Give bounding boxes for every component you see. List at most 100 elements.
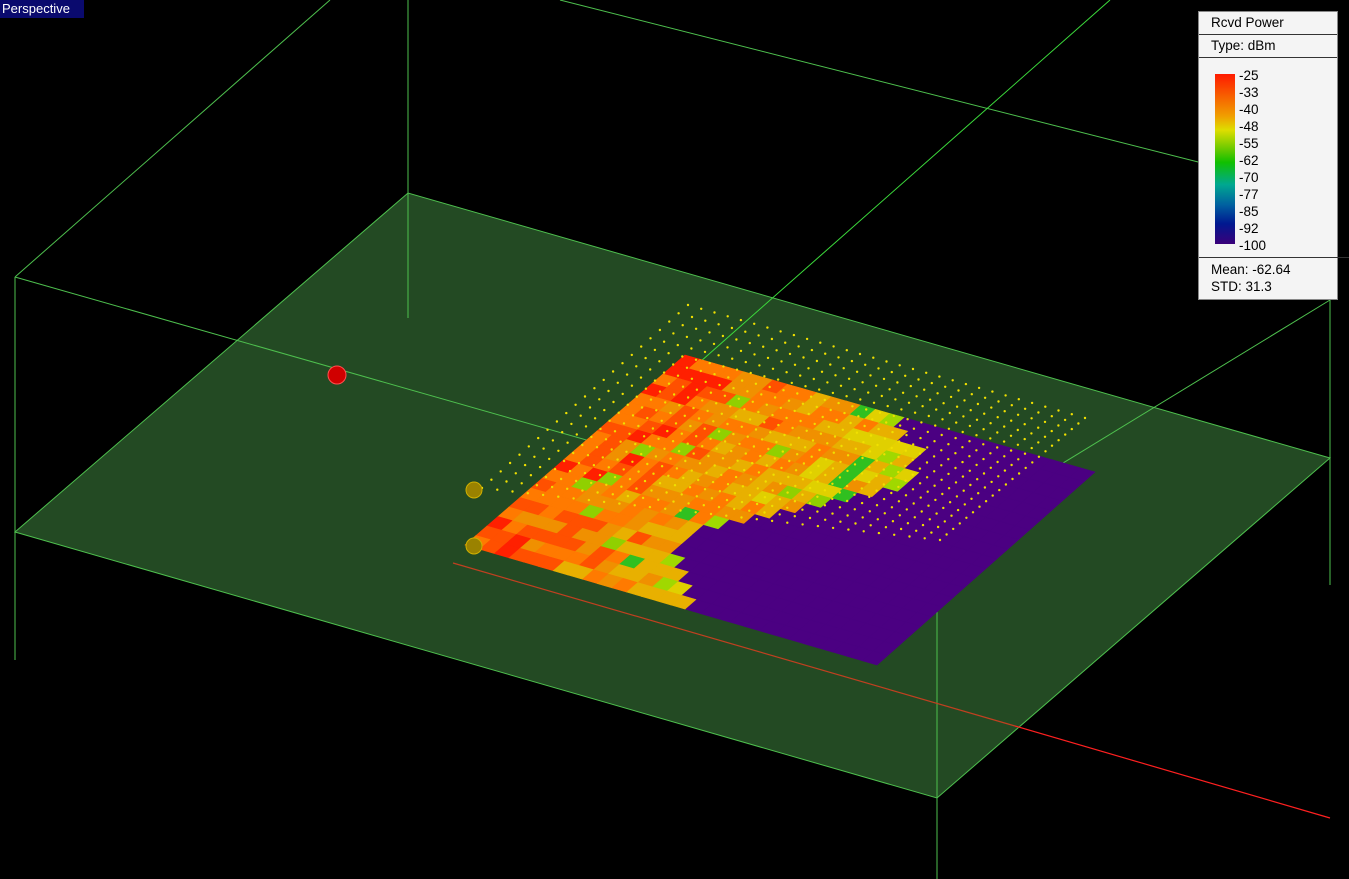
receiver-point [865,408,868,411]
receiver-point [690,469,693,472]
receiver-point [759,454,762,458]
receiver-point [692,452,695,455]
receiver-point [622,422,626,425]
receiver-point [823,504,827,507]
receiver-point [947,443,950,446]
receiver-point [712,420,715,423]
receiver-point [611,493,614,496]
receiver-point [909,384,912,388]
receiver-point [680,493,683,496]
receiver-point [620,485,623,488]
receiver-point [905,508,908,511]
receiver-point [862,441,865,444]
receiver-point [998,488,1001,492]
receiver-point [625,450,628,453]
receiver-point [807,367,810,370]
receiver-point [692,406,695,410]
receiver-point [675,467,679,470]
receiver-point [704,380,707,384]
receiver-point [891,520,895,523]
3d-viewport[interactable] [0,0,1349,879]
receiver-point [912,427,916,430]
receiver-point [954,466,957,470]
receiver-point [938,538,942,542]
transmitter-marker[interactable] [327,365,347,385]
receiver-point [885,421,888,424]
receiver-point [660,419,663,422]
receiver-point [562,459,566,463]
receiver-point [739,349,743,353]
receiver-point [854,447,857,450]
view-mode-label: Perspective [0,0,84,18]
receiver-point [713,311,716,314]
receiver-point [990,406,993,409]
receiver-point [686,396,690,399]
receiver-point [975,449,978,452]
receiver-point [829,408,832,412]
receiver-point [743,468,746,472]
receiver-point [744,330,747,333]
tick-label: -70 [1239,170,1259,185]
receiver-point [726,422,729,426]
receiver-point [859,398,862,401]
receiver-point [930,381,933,385]
receiver-point [907,401,911,404]
receiver-point [920,510,923,513]
receiver-point [1010,419,1013,422]
receiver-point [942,402,945,405]
receiver-point [697,478,700,482]
receiver-point [955,405,959,408]
receiver-point [523,463,527,467]
receiver-point [640,452,643,456]
receiver-point [732,387,735,390]
receiver-point [824,473,827,477]
receiver-point [951,379,954,382]
receiver-point [860,472,864,475]
tick-label: -33 [1239,85,1259,100]
receiver-point [766,356,770,360]
receiver-point [892,414,895,418]
receiver-point [970,497,973,500]
receiver-point [754,428,758,431]
receiver-point [723,440,727,443]
receiver-point [635,395,638,398]
receiver-point [694,511,697,514]
receiver-point [770,519,774,523]
receiver-point [808,516,812,520]
receiver-point [672,500,675,503]
receiver-point [1023,452,1027,455]
receiver-point [872,401,876,404]
receiver-point [846,454,850,457]
receiver-point [561,431,564,434]
receiver-point [651,427,655,430]
receiver-point [644,387,648,390]
receiver-point [947,487,951,490]
receiver-point [977,492,980,495]
receiver-point [607,389,610,393]
receiver-point [869,374,872,377]
receiver-point [811,439,815,442]
receiver-point [868,510,871,513]
receiver-marker[interactable] [465,537,483,555]
receiver-point [754,382,758,385]
receiver-point [1009,449,1013,452]
receiver-point [777,423,780,427]
receiver-point [912,502,915,505]
receiver-point [853,493,856,496]
receiver-point [1043,435,1047,438]
receiver-point [602,378,605,382]
receiver-point [744,452,747,455]
receiver-point [918,452,922,455]
receiver-point [858,352,862,356]
receiver-point [933,470,936,473]
receiver-point [753,353,756,356]
receiver-point [991,494,994,497]
receiver-point [862,530,865,533]
receiver-marker[interactable] [465,481,483,499]
receiver-point [767,447,770,451]
receiver-point [961,460,964,464]
receiver-point [704,319,707,322]
receiver-point [652,472,655,475]
receiver-point [793,363,797,366]
receiver-point [764,480,767,483]
